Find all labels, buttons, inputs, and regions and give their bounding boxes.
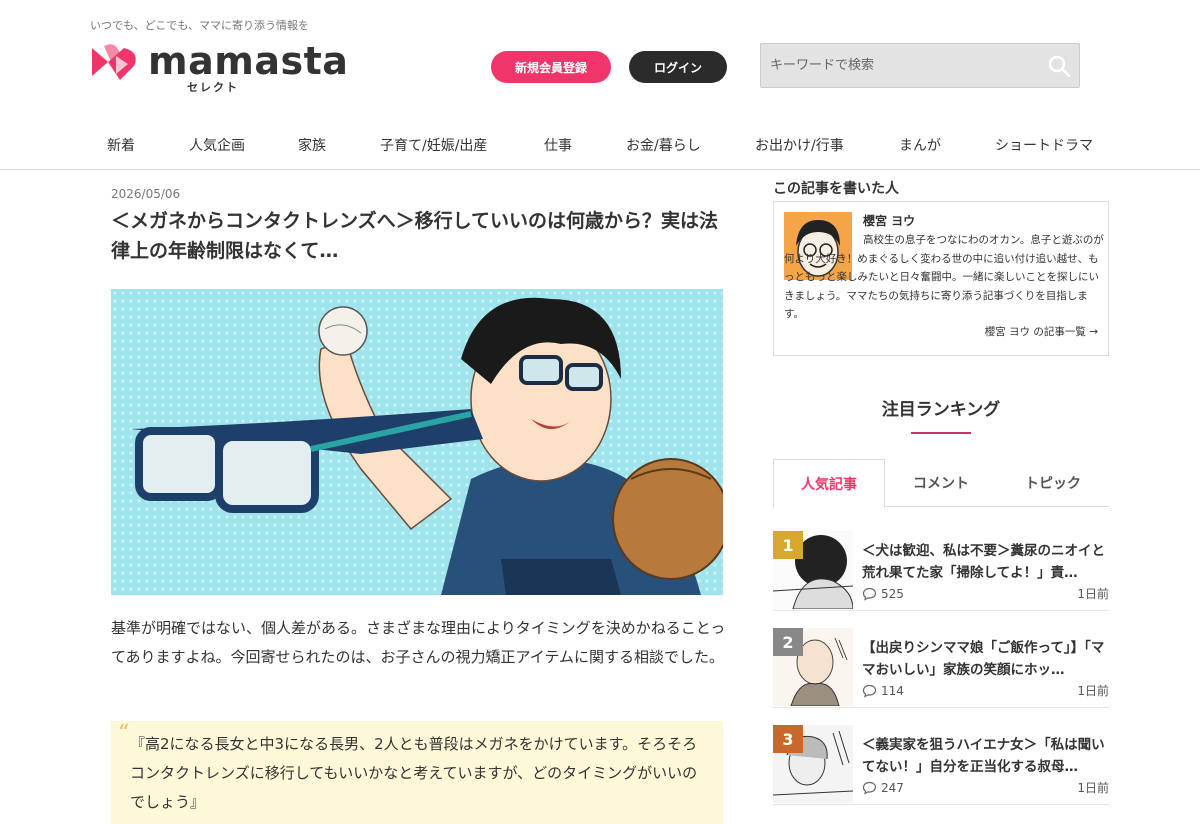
- tab-comments[interactable]: コメント: [885, 459, 997, 507]
- nav-item-family[interactable]: 家族: [298, 135, 326, 155]
- author-card: 櫻宮 ヨウ 高校生の息子をつなにわのオカン。息子と遊ぶのが何より大好き！めまぐる…: [773, 201, 1109, 356]
- ranking-item-title: 【出戻りシンママ娘「ご飯作って」】「ママおいしい」家族の笑顔にホッ…: [862, 640, 1105, 678]
- ranking-item-1[interactable]: 1 ＜犬は歓迎、私は不要＞糞尿のニオイと荒れ果てた家「掃除してよ！」責… 525…: [773, 531, 1109, 611]
- ranking-item-2[interactable]: 2 【出戻りシンママ娘「ご飯作って」】「ママおいしい」家族の笑顔にホッ… 114…: [773, 628, 1109, 708]
- author-name[interactable]: 櫻宮 ヨウ: [863, 212, 915, 229]
- ranking-thumbnail: 1: [773, 531, 853, 609]
- tab-topics[interactable]: トピック: [997, 459, 1109, 507]
- author-bio: 高校生の息子をつなにわのオカン。息子と遊ぶのが何より大好き！めまぐるしく変わる世…: [784, 231, 1104, 324]
- site-tagline: いつでも、どこでも、ママに寄り添う情報を: [90, 19, 310, 32]
- ranking-item-3[interactable]: 3 ＜義実家を狙うハイエナ女＞「私は聞いてない！」自分を正当化する叔母… 247…: [773, 725, 1109, 805]
- nav-item-manga[interactable]: まんが: [899, 135, 941, 155]
- register-button[interactable]: 新規会員登録: [491, 51, 611, 83]
- rank-badge: 1: [773, 531, 803, 559]
- posted-ago: 1日前: [1077, 587, 1109, 601]
- article-hero-image: [111, 289, 723, 595]
- author-articles-link[interactable]: 櫻宮 ヨウ の記事一覧 →: [985, 324, 1098, 339]
- nav-item-work[interactable]: 仕事: [544, 135, 572, 155]
- ranking-item-meta: 247 1日前: [862, 779, 1109, 796]
- site-logo[interactable]: mamasta: [90, 42, 348, 82]
- nav-item-popular[interactable]: 人気企画: [189, 135, 245, 155]
- search-icon[interactable]: [1039, 46, 1079, 86]
- ranking-title: 注目ランキング: [881, 400, 1001, 420]
- logo-subtitle: セレクト: [187, 81, 239, 94]
- nav-item-new[interactable]: 新着: [107, 135, 135, 155]
- comment-count: 525: [881, 586, 904, 601]
- nav-item-parenting[interactable]: 子育て/妊娠/出産: [380, 135, 487, 155]
- quote-mark-icon: “: [118, 721, 130, 746]
- posted-ago: 1日前: [1077, 684, 1109, 698]
- article-title: ＜メガネからコンタクトレンズへ＞移行していいのは何歳から？実は法律上の年齢制限は…: [111, 210, 719, 262]
- ranking-item-title: ＜義実家を狙うハイエナ女＞「私は聞いてない！」自分を正当化する叔母…: [862, 737, 1105, 775]
- search-box: [760, 43, 1080, 88]
- comment-icon: [862, 781, 877, 795]
- quote-text: 『高2になる長女と中3になる長男、2人とも普段はメガネをかけています。そろそろコ…: [130, 735, 698, 811]
- search-input[interactable]: [761, 44, 1039, 87]
- comment-icon: [862, 587, 877, 601]
- ranking-thumbnail: 2: [773, 628, 853, 706]
- ranking-title-underline: [911, 432, 971, 434]
- posted-ago: 1日前: [1077, 781, 1109, 795]
- ranking-item-title: ＜犬は歓迎、私は不要＞糞尿のニオイと荒れ果てた家「掃除してよ！」責…: [862, 543, 1105, 581]
- rank-badge: 3: [773, 725, 803, 753]
- ranking-item-meta: 525 1日前: [862, 585, 1109, 602]
- ranking-item-meta: 114 1日前: [862, 682, 1109, 699]
- nav-item-short-drama[interactable]: ショートドラマ: [995, 135, 1093, 155]
- ranking-tabs: 人気記事 コメント トピック: [773, 459, 1109, 508]
- login-button[interactable]: ログイン: [629, 51, 727, 83]
- author-bio-text: 高校生の息子をつなにわのオカン。息子と遊ぶのが何より大好き！めまぐるしく変わる世…: [784, 234, 1104, 320]
- ranking-thumbnail: 3: [773, 725, 853, 803]
- main-nav: 新着 人気企画 家族 子育て/妊娠/出産 仕事 お金/暮らし お出かけ/行事 ま…: [0, 126, 1200, 170]
- logo-wordmark: mamasta: [148, 39, 349, 83]
- comment-count: 247: [881, 780, 904, 795]
- nav-item-money[interactable]: お金/暮らし: [626, 135, 701, 155]
- author-heading: この記事を書いた人: [773, 181, 899, 197]
- rank-badge: 2: [773, 628, 803, 656]
- nav-item-outing[interactable]: お出かけ/行事: [755, 135, 844, 155]
- comment-icon: [862, 684, 877, 698]
- article-quote: “ 『高2になる長女と中3になる長男、2人とも普段はメガネをかけています。そろそ…: [111, 721, 723, 824]
- article-body: 基準が明確ではない、個人差がある。さまざまな理由によりタイミングを決めかねること…: [111, 619, 726, 666]
- tab-popular-articles[interactable]: 人気記事: [773, 459, 885, 508]
- mamasta-logo-icon: [92, 44, 136, 80]
- article-date: 2026/05/06: [111, 187, 181, 201]
- comment-count: 114: [881, 683, 904, 698]
